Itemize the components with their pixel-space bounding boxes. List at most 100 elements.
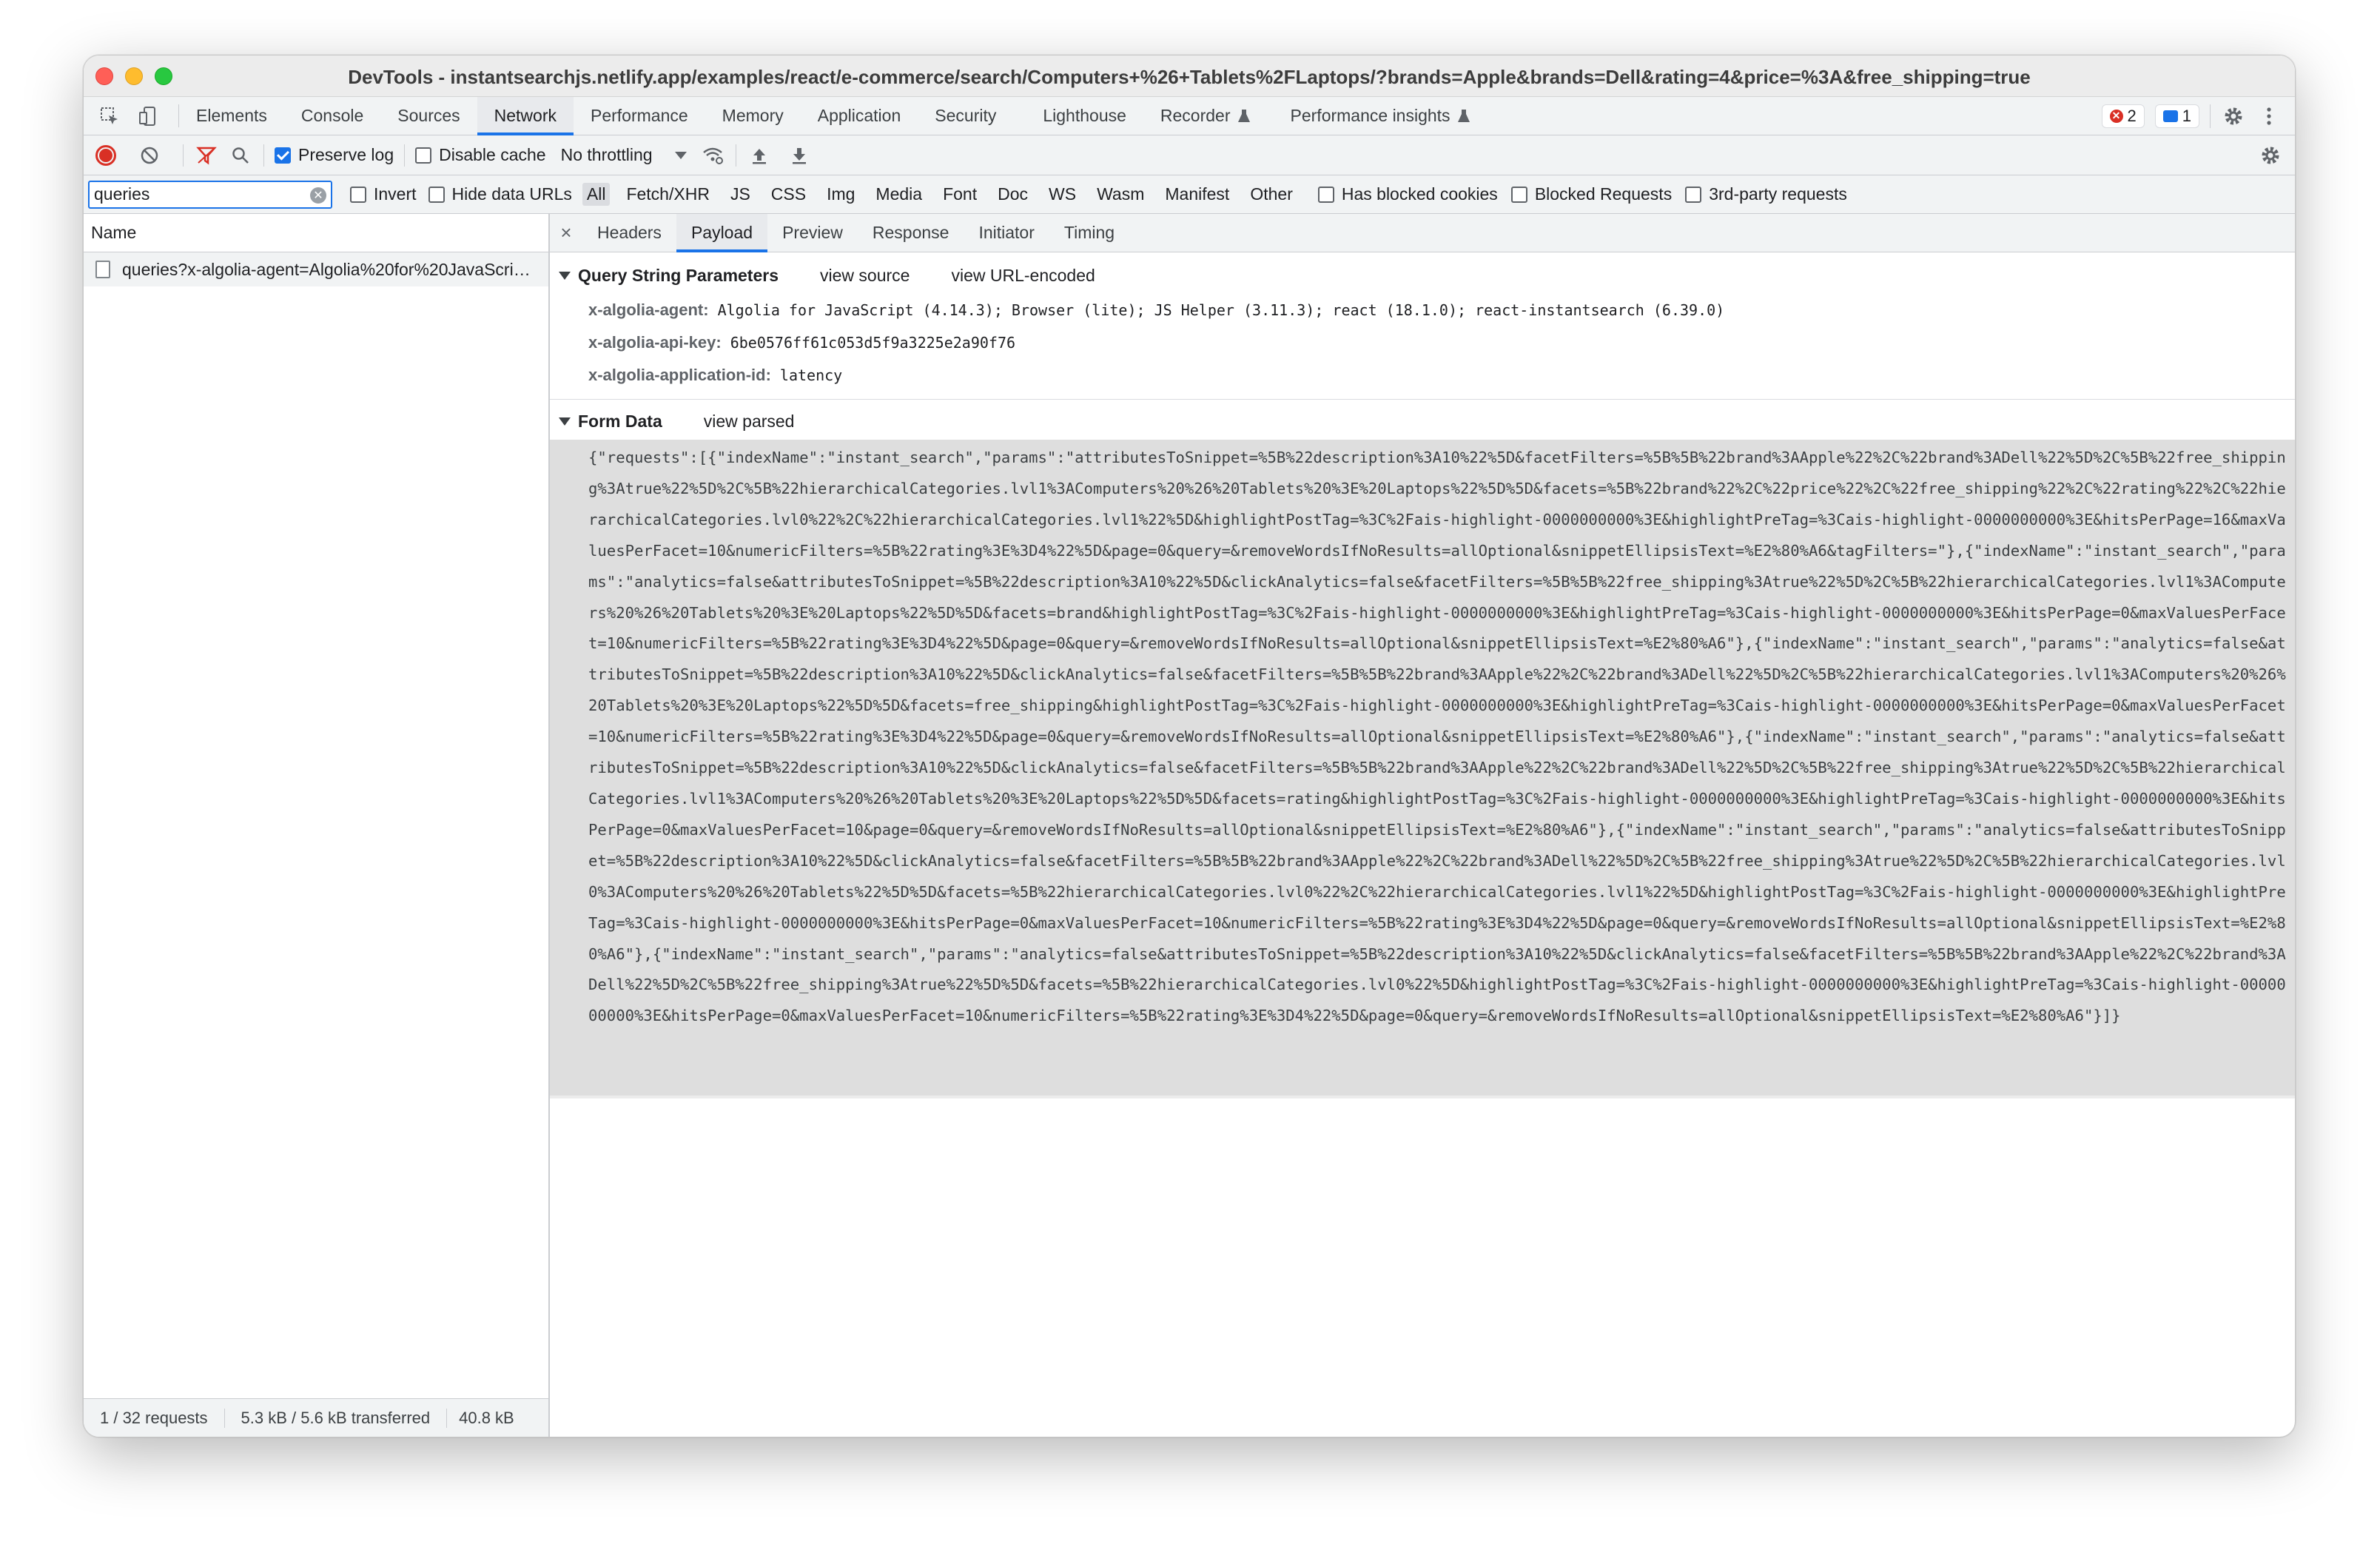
device-toolbar-icon[interactable]: [135, 104, 161, 129]
disable-cache-check[interactable]: [415, 147, 432, 164]
filter-type-ws[interactable]: WS: [1044, 183, 1080, 206]
query-param-row: x-algolia-application-id: latency: [550, 359, 2295, 392]
filter-type-img[interactable]: Img: [822, 183, 859, 206]
query-param-row: x-algolia-agent: Algolia for JavaScript …: [550, 294, 2295, 326]
view-source-link[interactable]: view source: [820, 266, 910, 286]
error-count-badge[interactable]: ✕ 2: [2101, 104, 2145, 128]
flask-icon: [1457, 109, 1470, 122]
tab-headers[interactable]: Headers: [582, 214, 676, 252]
third-party-requests-checkbox[interactable]: 3rd-party requests: [1685, 184, 1847, 204]
divider: [263, 144, 264, 167]
hide-data-urls-label: Hide data URLs: [451, 184, 572, 204]
tab-lighthouse[interactable]: Lighthouse: [1013, 97, 1143, 135]
has-blocked-cookies-label: Has blocked cookies: [1341, 184, 1498, 204]
tab-elements[interactable]: Elements: [179, 97, 284, 135]
message-count-badge[interactable]: 1: [2154, 104, 2199, 128]
preserve-log-check[interactable]: [275, 147, 291, 164]
view-parsed-link[interactable]: view parsed: [704, 412, 795, 432]
flask-icon: [1237, 109, 1250, 122]
blocked-requests-label: Blocked Requests: [1534, 184, 1673, 204]
settings-gear-icon[interactable]: [2221, 104, 2246, 129]
tab-application[interactable]: Application: [801, 97, 918, 135]
hide-data-urls-checkbox[interactable]: Hide data URLs: [428, 184, 572, 204]
tab-performance[interactable]: Performance: [574, 97, 705, 135]
param-value: Algolia for JavaScript (4.14.3); Browser…: [717, 301, 1725, 319]
disable-cache-checkbox[interactable]: Disable cache: [415, 145, 546, 165]
blocked-requests-check[interactable]: [1510, 186, 1527, 203]
divider: [2210, 104, 2211, 128]
third-party-requests-check[interactable]: [1685, 186, 1702, 203]
has-blocked-cookies-checkbox[interactable]: Has blocked cookies: [1317, 184, 1498, 204]
export-har-download-icon[interactable]: [787, 143, 812, 168]
has-blocked-cookies-check[interactable]: [1317, 186, 1334, 203]
import-har-upload-icon[interactable]: [747, 143, 772, 168]
preserve-log-checkbox[interactable]: Preserve log: [275, 145, 394, 165]
tab-initiator[interactable]: Initiator: [964, 214, 1049, 252]
error-icon: ✕: [2109, 109, 2123, 123]
request-row[interactable]: queries?x-algolia-agent=Algolia%20for%20…: [84, 252, 548, 286]
tab-memory[interactable]: Memory: [705, 97, 801, 135]
query-params-section-header[interactable]: Query String Parameters view source view…: [550, 257, 2295, 294]
message-icon: [2162, 110, 2178, 122]
network-status-bar: 1 / 32 requests 5.3 kB / 5.6 kB transfer…: [84, 1398, 548, 1437]
filter-type-fetch-xhr[interactable]: Fetch/XHR: [622, 183, 713, 206]
filter-type-wasm[interactable]: Wasm: [1092, 183, 1149, 206]
third-party-requests-label: 3rd-party requests: [1709, 184, 1847, 204]
filter-type-js[interactable]: JS: [726, 183, 755, 206]
detail-tab-strip: × Headers Payload Preview Response Initi…: [550, 214, 2295, 252]
tab-console[interactable]: Console: [284, 97, 380, 135]
search-icon[interactable]: [228, 143, 253, 168]
tab-performance-insights[interactable]: Performance insights: [1268, 97, 1488, 135]
more-options-icon[interactable]: [2256, 104, 2282, 129]
network-settings-gear-icon[interactable]: [2258, 143, 2283, 168]
request-name: queries?x-algolia-agent=Algolia%20for%20…: [122, 259, 537, 279]
inspect-element-icon[interactable]: [97, 104, 122, 129]
request-count: 1 / 32 requests: [84, 1408, 225, 1428]
view-url-encoded-link[interactable]: view URL-encoded: [951, 266, 1095, 286]
form-data-title: Form Data: [578, 411, 662, 431]
tab-recorder-label: Recorder: [1160, 106, 1231, 125]
tab-security[interactable]: Security: [918, 97, 1013, 135]
filter-type-font[interactable]: Font: [938, 183, 981, 206]
query-params-title: Query String Parameters: [578, 265, 779, 285]
form-data-section-header[interactable]: Form Data view parsed: [550, 403, 2295, 440]
tab-performance-insights-label: Performance insights: [1290, 106, 1450, 125]
form-data-body[interactable]: {"requests":[{"indexName":"instant_searc…: [550, 440, 2295, 1098]
tab-strip-right: ✕ 2 1: [2101, 97, 2282, 135]
tab-network[interactable]: Network: [477, 97, 574, 135]
divider: [404, 144, 406, 167]
clear-icon[interactable]: [137, 143, 162, 168]
tab-sources[interactable]: Sources: [380, 97, 477, 135]
tab-timing[interactable]: Timing: [1049, 214, 1129, 252]
close-detail-icon[interactable]: ×: [550, 214, 582, 252]
panel-tab-strip: Elements Console Sources Network Perform…: [84, 97, 2295, 135]
param-key: x-algolia-application-id:: [588, 366, 771, 384]
hide-data-urls-check[interactable]: [428, 186, 445, 203]
name-column-header[interactable]: Name: [84, 214, 548, 252]
filter-type-manifest[interactable]: Manifest: [1160, 183, 1234, 206]
request-detail-panel: × Headers Payload Preview Response Initi…: [550, 214, 2295, 1437]
param-key: x-algolia-api-key:: [588, 333, 722, 352]
tab-payload[interactable]: Payload: [676, 214, 768, 252]
tab-preview[interactable]: Preview: [767, 214, 858, 252]
disable-cache-label: Disable cache: [439, 145, 546, 164]
filter-icon[interactable]: [194, 143, 219, 168]
filter-type-css[interactable]: CSS: [767, 183, 810, 206]
filter-type-other[interactable]: Other: [1246, 183, 1297, 206]
filter-type-doc[interactable]: Doc: [993, 183, 1032, 206]
throttling-select[interactable]: No throttling: [561, 145, 687, 165]
filter-input[interactable]: queries ✕: [88, 180, 332, 209]
network-conditions-wifi-icon[interactable]: [700, 143, 725, 168]
tab-response[interactable]: Response: [858, 214, 964, 252]
clear-filter-icon[interactable]: ✕: [310, 187, 326, 204]
filter-type-all[interactable]: All: [582, 183, 611, 206]
section-divider: [550, 399, 2295, 400]
record-button[interactable]: [95, 144, 116, 166]
inspect-tools: [84, 104, 179, 127]
blocked-requests-checkbox[interactable]: Blocked Requests: [1510, 184, 1673, 204]
error-count: 2: [2127, 106, 2137, 125]
tab-recorder[interactable]: Recorder: [1143, 97, 1268, 135]
filter-type-media[interactable]: Media: [871, 183, 927, 206]
invert-check[interactable]: [350, 186, 366, 203]
invert-checkbox[interactable]: Invert: [350, 184, 417, 204]
